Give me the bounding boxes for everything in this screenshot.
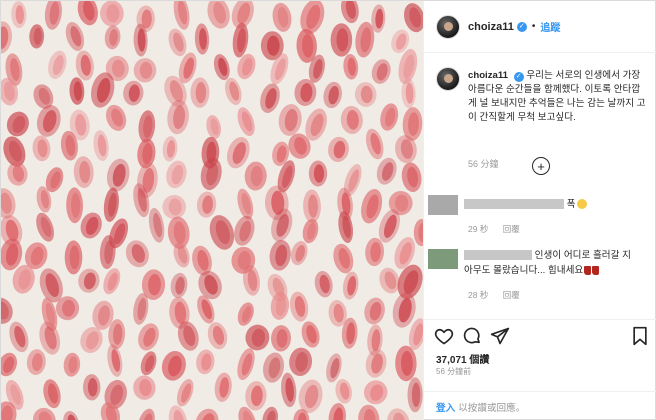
caption-username[interactable]: choiza11 (468, 70, 508, 81)
lip-prints-image (1, 1, 423, 420)
lip-print (407, 377, 423, 413)
lip-print (330, 23, 353, 57)
comment-time: 28 秒 (468, 290, 489, 300)
caption-verified-icon: ✓ (513, 72, 524, 82)
commenter-avatar[interactable] (428, 195, 458, 215)
comment-text: 폭 (464, 198, 587, 212)
heart-icon[interactable] (434, 326, 454, 346)
reply-button[interactable]: 回覆 (503, 224, 520, 234)
comment-body-line-1: 인생이 어디로 흘러갈 지 (534, 250, 631, 261)
author-avatar[interactable] (436, 14, 460, 39)
author-username[interactable]: choiza11 (468, 21, 514, 33)
boot-emoji-icon (592, 265, 600, 275)
share-send-icon[interactable] (490, 326, 510, 346)
login-prompt: 登入 以按讚或回應。 (424, 391, 656, 420)
login-link[interactable]: 登入 (436, 400, 455, 414)
boot-emoji-icon (584, 265, 592, 275)
action-bar (424, 319, 656, 349)
caption-avatar[interactable] (436, 67, 460, 91)
comment-bubble-icon[interactable] (462, 326, 482, 346)
verified-badge-icon: ✓ (516, 21, 527, 32)
follow-button[interactable]: 追蹤 (540, 19, 560, 34)
post-header: choiza11 ✓ • 追蹤 (424, 1, 656, 53)
comments-list[interactable]: choiza11 ✓ 우리는 서로의 인생에서 가장 아름다운 순간들을 함께했… (424, 53, 656, 309)
post-timestamp: 56 分鐘前 (436, 367, 472, 376)
separator-dot: • (531, 21, 536, 32)
smiley-emoji-icon (576, 199, 587, 210)
reply-button[interactable]: 回覆 (503, 290, 520, 300)
caption-text: choiza11 ✓ 우리는 서로의 인생에서 가장 아름다운 순간들을 함께했… (468, 69, 648, 125)
commenter-avatar[interactable] (428, 249, 458, 269)
plus-icon: + (537, 158, 545, 174)
comment-text-line-2: 아무도 몰랐습니다... 힘내세요 (464, 264, 600, 278)
lip-print (308, 160, 328, 187)
comment-body-line-2: 아무도 몰랐습니다... 힘내세요 (464, 265, 584, 276)
comment-meta: 28 秒 回覆 (468, 289, 532, 301)
post-photo[interactable] (1, 1, 423, 420)
post-side-panel: choiza11 ✓ • 追蹤 choiza11 ✓ 우리는 서로의 인생에서 … (423, 1, 656, 420)
comment-body: 폭 (566, 199, 576, 210)
comment-meta: 29 秒 回覆 (468, 223, 532, 235)
instagram-post-dialog: choiza11 ✓ • 追蹤 choiza11 ✓ 우리는 서로의 인생에서 … (0, 0, 656, 420)
bookmark-icon[interactable] (630, 326, 650, 346)
caption-timestamp: 56 分鐘 (468, 159, 499, 169)
comment-text-line-1: 인생이 어디로 흘러갈 지 (464, 249, 631, 263)
comment-time: 29 秒 (468, 224, 489, 234)
load-more-comments-button[interactable]: + (532, 157, 550, 175)
lip-print (64, 240, 83, 275)
blurred-username (464, 199, 564, 210)
blurred-username (464, 250, 532, 261)
login-text: 以按讚或回應。 (458, 402, 526, 414)
like-count[interactable]: 37,071 個讚 (436, 351, 489, 366)
